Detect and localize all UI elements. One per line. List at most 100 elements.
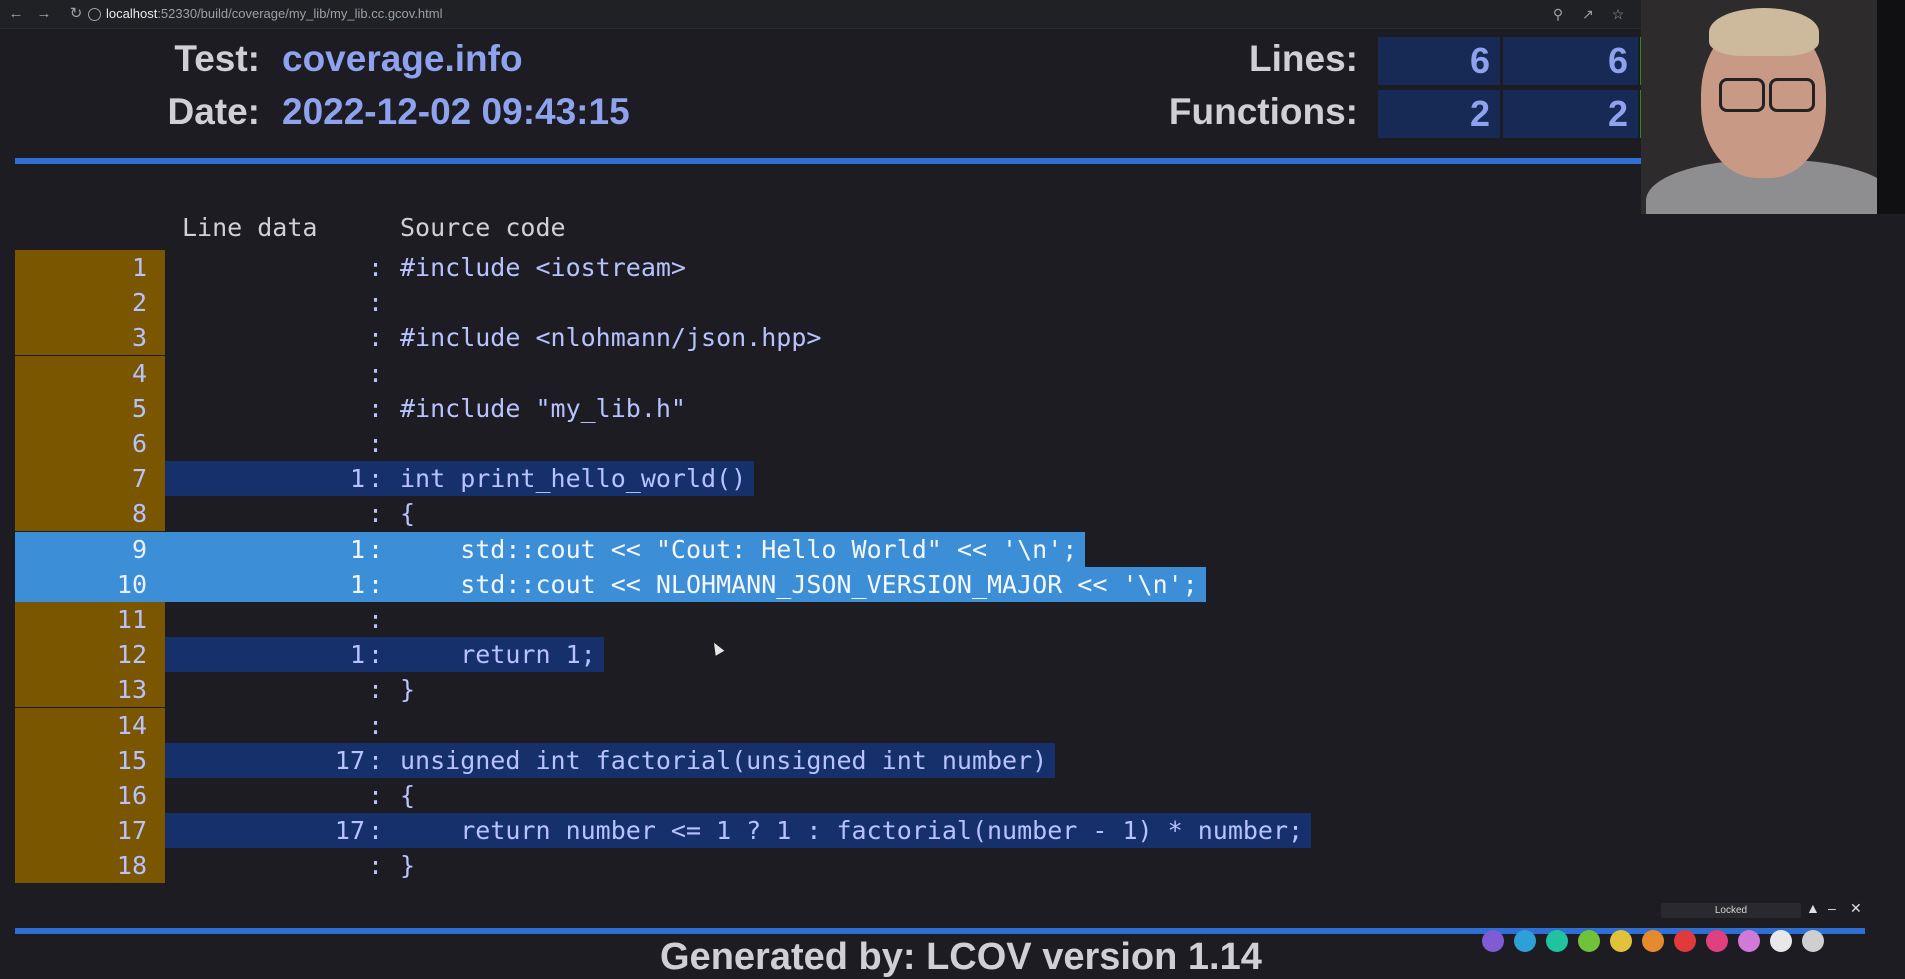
color-swatch-green[interactable] xyxy=(1578,930,1600,952)
star-icon[interactable]: ☆ xyxy=(1608,4,1628,24)
line-number: 4 xyxy=(15,355,165,391)
separator-colon: : xyxy=(368,429,384,458)
close-icon[interactable]: ✕ xyxy=(1850,900,1862,917)
webcam-glasses-left xyxy=(1719,78,1765,112)
color-swatch-pink[interactable] xyxy=(1706,930,1728,952)
separator-colon: : xyxy=(368,534,384,564)
code-line: : 14 xyxy=(15,707,1895,743)
code-line: 1: return 1; 12 xyxy=(15,637,1895,673)
code-line: :2 xyxy=(15,285,1895,321)
test-label: Test: xyxy=(174,38,260,79)
code-line: : {8 xyxy=(15,496,1895,532)
line-number: 1 xyxy=(15,250,165,285)
separator-colon: : xyxy=(368,675,384,705)
lines-total: 6 xyxy=(1503,37,1638,85)
date-value: 2022-12-02 09:43:15 xyxy=(282,91,630,132)
webcam-overlay xyxy=(1641,0,1905,214)
code-line: :} 13 xyxy=(15,672,1895,708)
zoom-icon[interactable]: ⚲ xyxy=(1548,4,1568,24)
functions-label: Functions: xyxy=(1168,91,1358,132)
code-line: 17: unsigned int factorial(unsigned int n… xyxy=(15,742,1895,778)
hit-count: 17 xyxy=(334,745,365,775)
share-icon[interactable]: ↗ xyxy=(1578,4,1598,24)
separator-colon: : xyxy=(368,745,384,775)
color-swatch-yellow[interactable] xyxy=(1610,930,1632,952)
code-line: :} 18 xyxy=(15,848,1895,884)
line-number: 13 xyxy=(15,672,165,708)
separator-colon: : xyxy=(368,816,384,846)
line-number: 11 xyxy=(15,602,165,637)
source-text: #include <iostream> xyxy=(400,253,686,282)
source-text: std::cout << "Cout: Hello World" << '\n'… xyxy=(400,534,1078,564)
minimize-icon[interactable]: – xyxy=(1828,900,1836,916)
back-arrow-icon[interactable]: ← xyxy=(6,4,26,24)
line-number: 5 xyxy=(15,390,165,426)
color-swatch-blue[interactable] xyxy=(1514,930,1536,952)
source-text: } xyxy=(400,851,416,881)
locked-label: Locked xyxy=(1661,903,1801,918)
webcam-hair xyxy=(1709,8,1819,56)
line-number: 2 xyxy=(15,285,165,321)
code-line: 17: return number <= 1 ? 1 : factorial(n… xyxy=(15,813,1895,849)
source-text: return number <= 1 ? 1 : factorial(numbe… xyxy=(400,816,1304,846)
hit-count: 1 xyxy=(349,534,365,564)
separator-colon: : xyxy=(368,569,384,599)
source-text: unsigned int factorial(unsigned int numb… xyxy=(400,745,1048,775)
hit-count: 1 xyxy=(349,569,365,599)
browser-toolbar: ← → ↻ localhost:52330/build/coverage/my_… xyxy=(0,0,1905,29)
source-text: #include <nlohmann/json.hpp> xyxy=(400,323,822,353)
separator-colon: : xyxy=(368,288,384,318)
url-path: :52330/build/coverage/my_lib/my_lib.cc.g… xyxy=(157,6,443,21)
separator-colon: : xyxy=(368,499,384,529)
address-bar[interactable]: localhost:52330/build/coverage/my_lib/my… xyxy=(106,6,443,21)
lines-hit: 6 xyxy=(1378,37,1500,85)
separator-colon: : xyxy=(368,464,384,494)
code-line: 1: int print_hello_world() 7 xyxy=(15,461,1895,497)
line-number: 14 xyxy=(15,707,165,743)
reload-icon[interactable]: ↻ xyxy=(66,4,86,24)
forward-arrow-icon[interactable]: → xyxy=(34,4,54,24)
color-swatch-red[interactable] xyxy=(1674,930,1696,952)
code-line: 1: std::cout << "Cout: Hello World" << '… xyxy=(15,531,1895,567)
chevron-up-icon[interactable]: ▲ xyxy=(1806,900,1820,916)
line-number: 15 xyxy=(15,742,165,778)
color-swatch-check[interactable] xyxy=(1802,930,1824,952)
info-icon[interactable] xyxy=(88,8,101,21)
line-number: 6 xyxy=(15,426,165,461)
separator-colon: : xyxy=(368,710,384,740)
header-divider xyxy=(15,158,1895,164)
color-swatch-teal[interactable] xyxy=(1546,930,1568,952)
functions-total: 2 xyxy=(1503,90,1638,138)
source-text: #include "my_lib.h" xyxy=(400,393,686,423)
code-line: : #include <iostream> 1 xyxy=(15,250,1895,285)
color-swatch-magenta[interactable] xyxy=(1738,930,1760,952)
separator-colon: : xyxy=(368,851,384,881)
code-line: : 11 xyxy=(15,602,1895,637)
column-source-code: Source code xyxy=(400,213,566,242)
code-line: 1: std::cout << NLOHMANN_JSON_VERSION_MA… xyxy=(15,566,1895,602)
line-number: 8 xyxy=(15,496,165,532)
separator-colon: : xyxy=(368,605,384,634)
color-swatch-orange[interactable] xyxy=(1642,930,1664,952)
color-swatch-white[interactable] xyxy=(1770,930,1792,952)
source-text: { xyxy=(400,499,416,529)
lines-label: Lines: xyxy=(1249,38,1358,79)
line-number: 17 xyxy=(15,813,165,849)
webcam-glasses-right xyxy=(1769,78,1815,112)
code-line: :6 xyxy=(15,426,1895,461)
footer-generated-by: Generated by: LCOV version 1.14 xyxy=(660,936,1262,978)
line-number: 16 xyxy=(15,778,165,813)
line-number: 10 xyxy=(15,566,165,602)
webcam-chair xyxy=(1877,0,1905,214)
separator-colon: : xyxy=(368,393,384,423)
line-number: 12 xyxy=(15,637,165,673)
line-number: 7 xyxy=(15,461,165,497)
code-line: : #include <nlohmann/json.hpp> 3 xyxy=(15,320,1895,356)
line-number: 9 xyxy=(15,531,165,567)
functions-hit: 2 xyxy=(1378,90,1500,138)
color-swatch-purple[interactable] xyxy=(1482,930,1504,952)
separator-colon: : xyxy=(368,640,384,670)
line-number: 18 xyxy=(15,848,165,884)
source-text: } xyxy=(400,675,416,705)
separator-colon: : xyxy=(368,781,384,810)
